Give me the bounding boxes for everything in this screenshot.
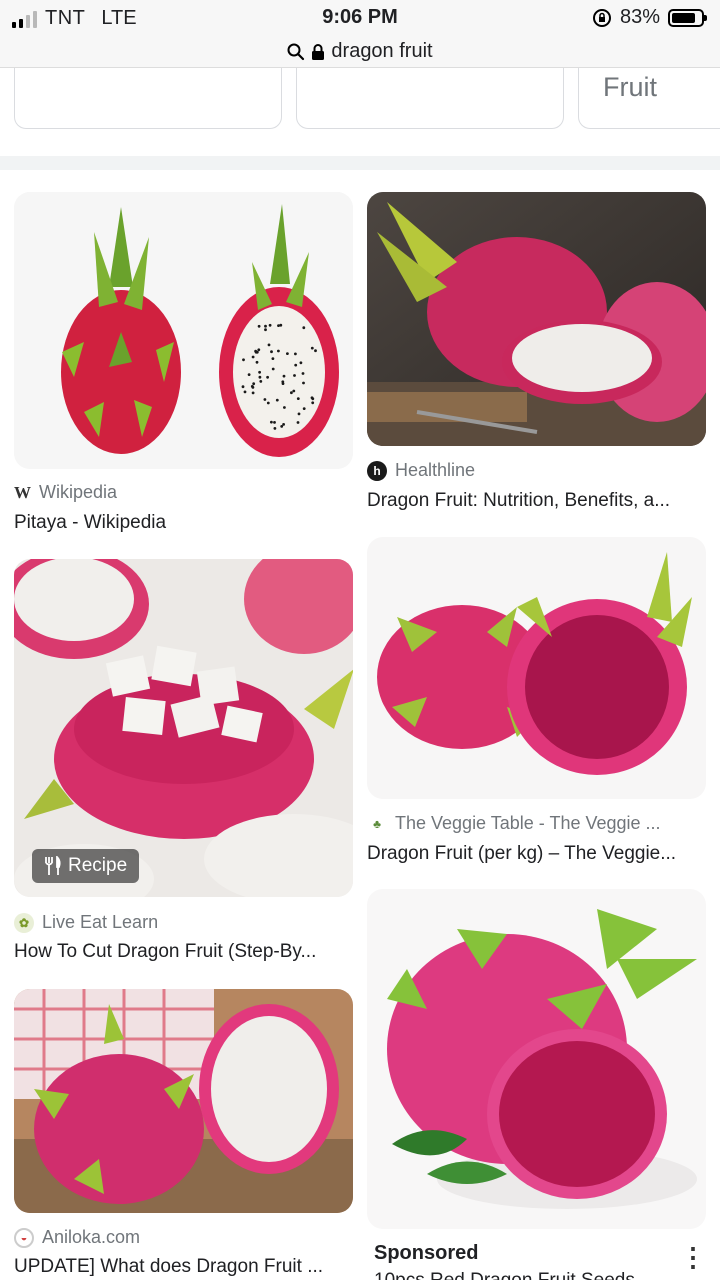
recipe-badge: Recipe [32, 849, 140, 883]
result-thumbnail[interactable] [14, 192, 353, 469]
more-options-icon[interactable]: ⋮ [680, 1244, 706, 1270]
wikipedia-icon: W [14, 482, 31, 502]
result-title[interactable]: UPDATE] What does Dragon Fruit ... [14, 1256, 353, 1278]
address-bar[interactable]: dragon fruit [0, 36, 720, 68]
url-query: dragon fruit [331, 40, 433, 62]
result-source: ♣ The Veggie Table - The Veggie ... [367, 813, 660, 834]
result-thumbnail[interactable] [367, 537, 706, 799]
battery-percent: 83% [619, 6, 660, 28]
result-source: ◒ Aniloka.com [14, 1227, 140, 1248]
result-source: ✿ Live Eat Learn [14, 912, 158, 933]
related-chip[interactable]: Fruit [578, 68, 720, 129]
result-title[interactable]: Pitaya - Wikipedia [14, 512, 353, 534]
result-title[interactable]: 10pcs Red Dragon Fruit Seeds [374, 1270, 635, 1280]
sponsored-label: Sponsored [374, 1242, 479, 1264]
aniloka-icon: ◒ [14, 1227, 34, 1248]
result-thumbnail[interactable] [367, 192, 706, 446]
related-chips-row: Fruit [0, 68, 720, 158]
healthline-icon: h [367, 460, 387, 481]
related-chip[interactable] [296, 68, 564, 129]
battery-icon [668, 8, 707, 27]
related-chip[interactable] [14, 68, 282, 129]
result-thumbnail[interactable]: Recipe [14, 559, 353, 897]
rotation-lock-icon [592, 8, 611, 27]
chip-label: Fruit [603, 72, 657, 102]
live-eat-learn-icon: ✿ [14, 912, 34, 933]
lock-icon [312, 43, 325, 60]
result-source: h Healthline [367, 460, 475, 481]
search-icon [287, 43, 305, 60]
result-source: W Wikipedia [14, 482, 118, 502]
section-divider [0, 156, 720, 170]
result-title[interactable]: Dragon Fruit (per kg) – The Veggie... [367, 843, 706, 865]
status-bar: TNT LTE 9:06 PM 83% [0, 0, 720, 36]
veggie-table-icon: ♣ [373, 816, 381, 831]
fork-knife-icon [45, 856, 61, 875]
result-thumbnail[interactable] [14, 989, 353, 1213]
result-title[interactable]: Dragon Fruit: Nutrition, Benefits, a... [367, 490, 706, 512]
result-thumbnail[interactable] [367, 889, 706, 1229]
result-title[interactable]: How To Cut Dragon Fruit (Step-By... [14, 941, 353, 963]
